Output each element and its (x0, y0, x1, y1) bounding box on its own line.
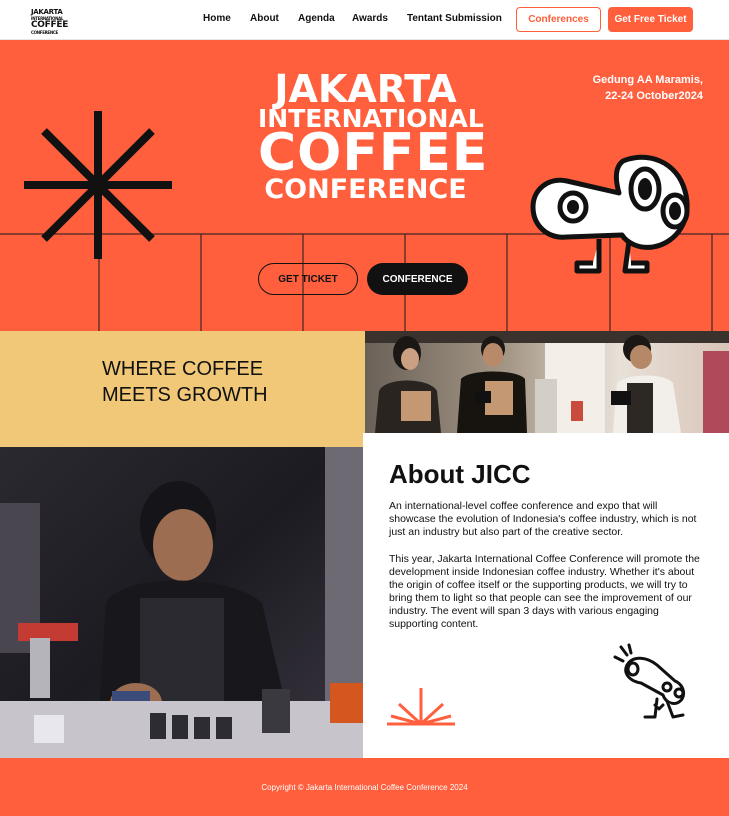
coffee-bean-character-icon (530, 154, 690, 274)
conference-photo-visitors (365, 331, 729, 433)
about-paragraph-2: This year, Jakarta International Coffee … (389, 553, 700, 630)
hero-title: JAKARTA INTERNATIONAL COFFEE CONFERENCE (258, 67, 489, 205)
get-ticket-button[interactable]: GET TICKET (258, 263, 358, 295)
logo-line-1: JAKARTA (31, 8, 63, 16)
tagline-text: WHERE COFFEE MEETS GROWTH (102, 356, 268, 408)
hero-title-line-3: COFFEE (258, 122, 489, 183)
hero-title-line-4: CONFERENCE (264, 173, 467, 205)
coffee-character-icon (613, 643, 685, 719)
conferences-button[interactable]: Conferences (516, 7, 601, 32)
footer-copyright: Copyright © Jakarta International Coffee… (261, 782, 468, 792)
get-free-ticket-button[interactable]: Get Free Ticket (608, 7, 693, 32)
event-date: 22-24 October2024 (605, 90, 703, 102)
logo-line-4: CONFERENCE (31, 30, 58, 35)
nav-link-about[interactable]: About (250, 13, 279, 24)
tagline-line-1: WHERE COFFEE (102, 358, 264, 380)
nav-link-tenant-submission[interactable]: Tentant Submission (407, 13, 502, 24)
venue-name: Gedung AA Maramis, (592, 74, 703, 86)
footer: Copyright © Jakarta International Coffee… (0, 758, 729, 816)
logo-line-3: COFFEE (31, 20, 69, 30)
nav-link-awards[interactable]: Awards (352, 13, 388, 24)
nav-link-home[interactable]: Home (203, 13, 231, 24)
site-logo[interactable]: JAKARTA INTERNATIONAL COFFEE CONFERENCE (31, 8, 69, 36)
about-title: About JICC (389, 459, 531, 489)
tagline-line-2: MEETS GROWTH (102, 384, 268, 406)
hero-section: JAKARTA INTERNATIONAL COFFEE CONFERENCE … (0, 40, 729, 331)
about-paragraph-1: An international-level coffee conference… (389, 500, 697, 538)
sunrise-icon (387, 688, 455, 726)
hero-title-line-1: JAKARTA (274, 67, 457, 111)
starburst-icon (24, 111, 172, 259)
conference-button[interactable]: CONFERENCE (367, 263, 468, 295)
top-navigation: JAKARTA INTERNATIONAL COFFEE CONFERENCE … (0, 0, 729, 40)
nav-link-agenda[interactable]: Agenda (298, 13, 335, 24)
event-venue-date: Gedung AA Maramis, 22-24 October2024 (593, 72, 703, 104)
barista-photo (0, 433, 363, 758)
